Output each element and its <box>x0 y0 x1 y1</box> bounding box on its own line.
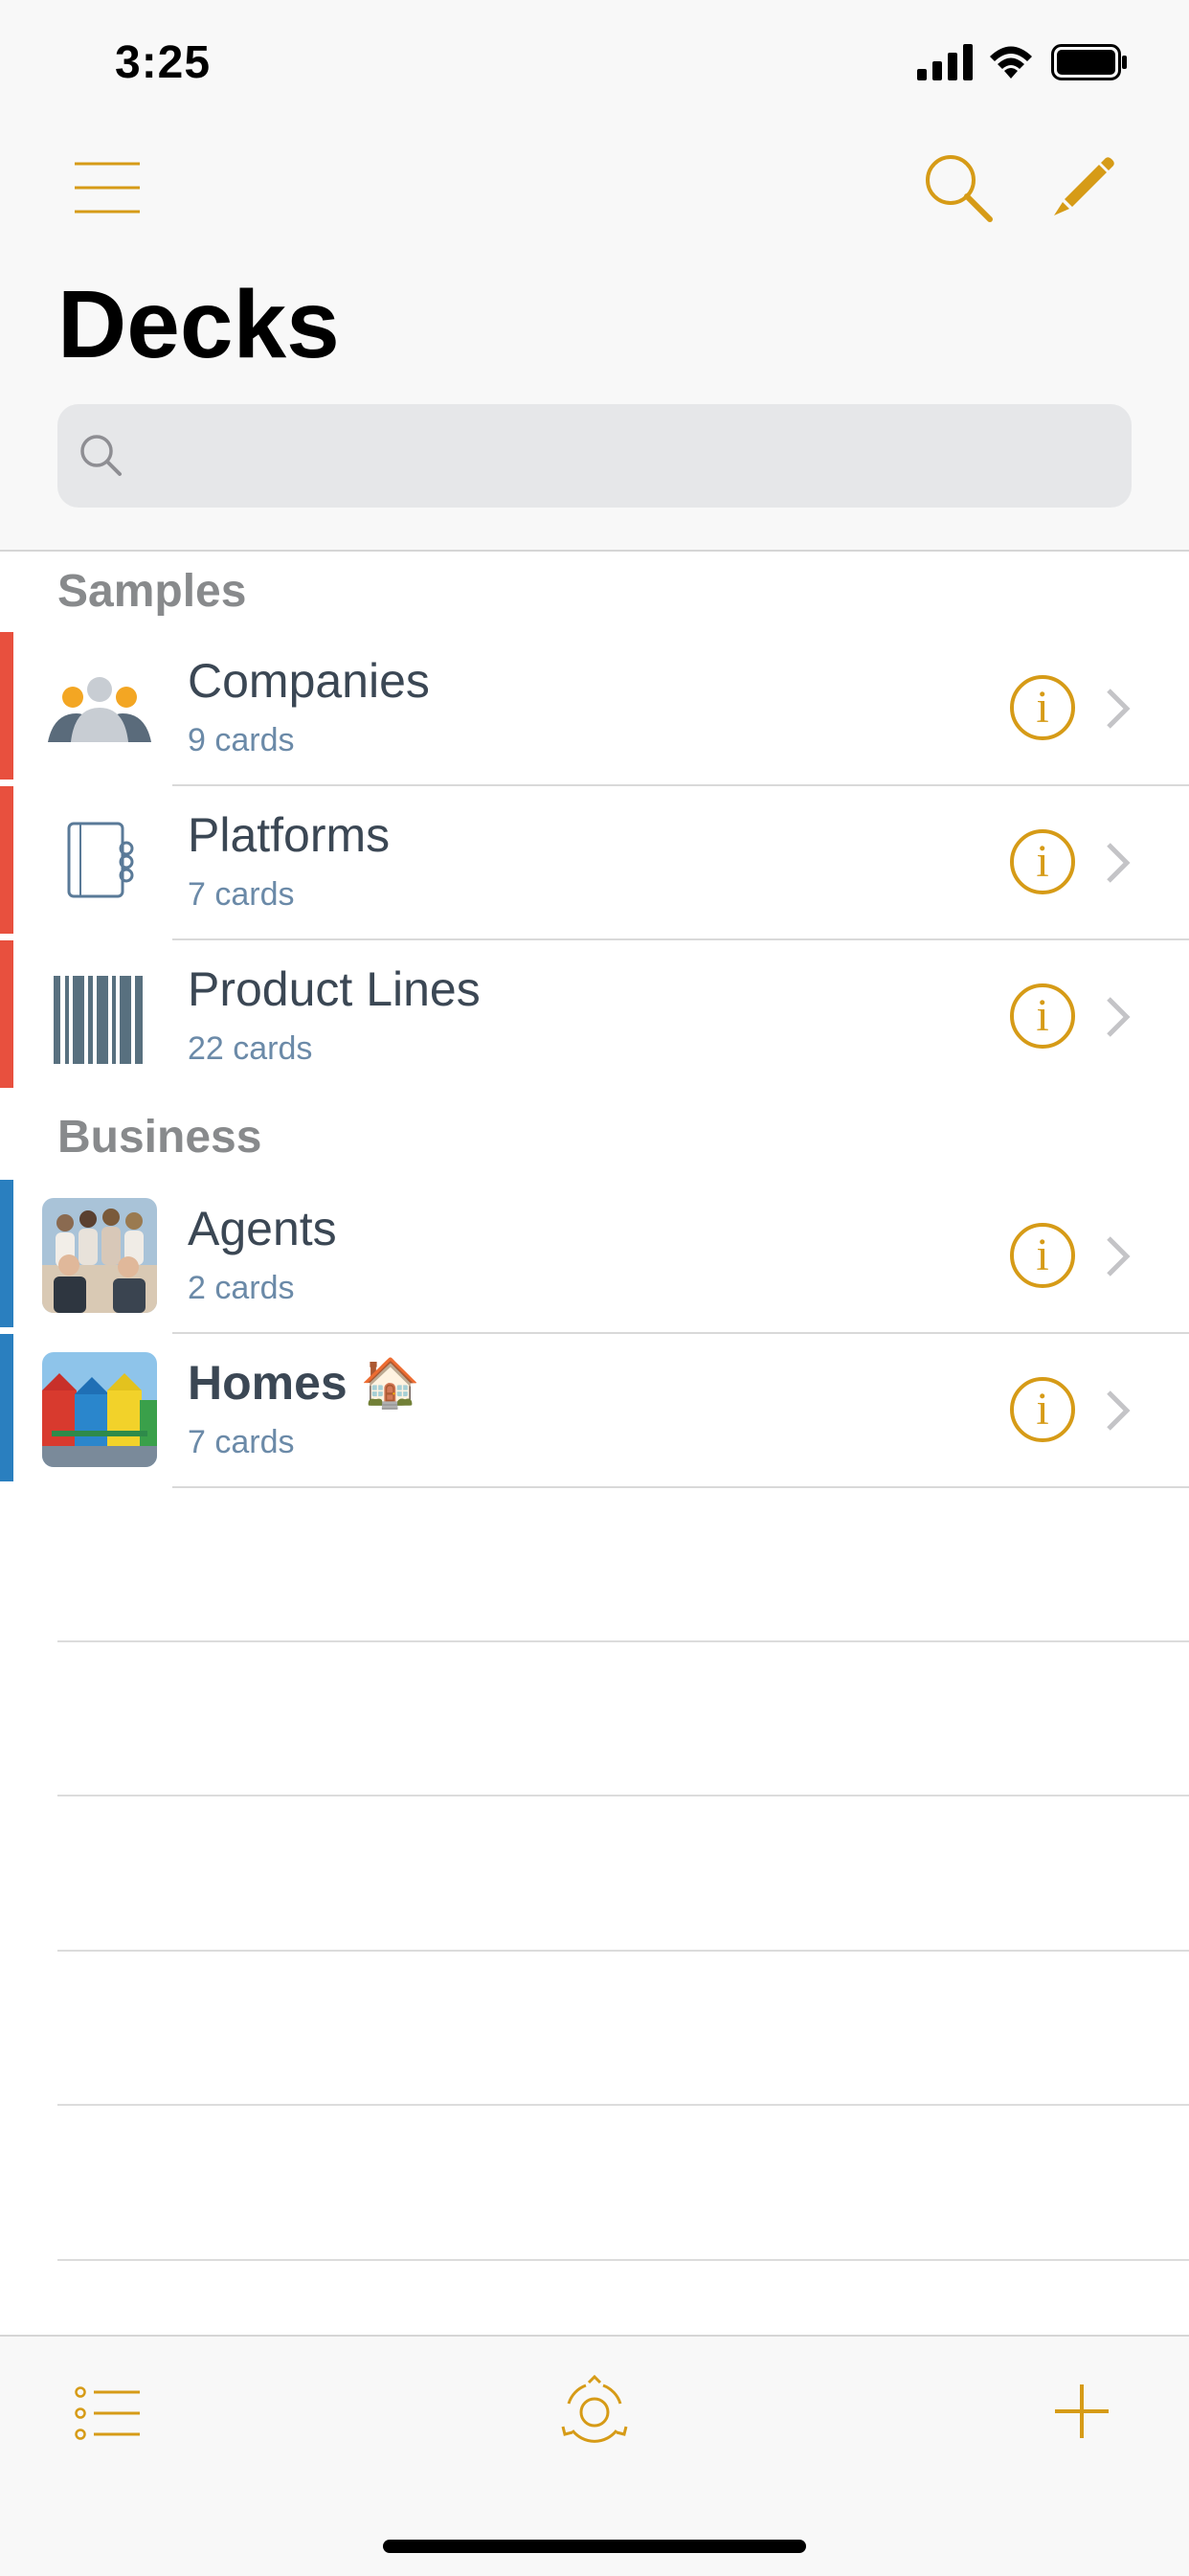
agents-photo <box>42 1198 157 1313</box>
deck-card-count: 7 cards <box>188 1424 295 1460</box>
status-time: 3:25 <box>115 37 212 88</box>
search-field-icon <box>80 435 122 476</box>
info-icon[interactable]: i <box>1010 983 1075 1049</box>
search-field[interactable] <box>57 404 1132 508</box>
wifi-icon <box>990 46 1032 79</box>
info-icon[interactable]: i <box>1010 829 1075 894</box>
deck-row-homes[interactable]: Homes 🏠 7 cards i <box>0 1334 1189 1488</box>
barcode-icon <box>42 959 157 1073</box>
row-separator <box>172 1486 1189 1488</box>
edit-pencil-icon[interactable] <box>1051 155 1116 220</box>
cellular-signal-icon <box>917 44 973 80</box>
chevron-right-icon <box>1107 997 1131 1037</box>
info-icon[interactable]: i <box>1010 1223 1075 1288</box>
sync-icon[interactable] <box>557 2375 632 2450</box>
deck-color-marker <box>0 1334 13 1481</box>
battery-icon <box>1051 44 1127 80</box>
deck-name: Agents <box>188 1202 337 1255</box>
deck-card-count: 7 cards <box>188 876 295 913</box>
deck-color-marker <box>0 1180 13 1327</box>
deck-card-count: 22 cards <box>188 1030 313 1067</box>
list-icon[interactable] <box>75 2386 142 2440</box>
add-icon[interactable] <box>1053 2383 1110 2440</box>
people-icon <box>42 650 157 765</box>
search-icon[interactable] <box>924 153 993 222</box>
info-icon[interactable]: i <box>1010 1377 1075 1442</box>
empty-row-separator <box>57 1795 1189 1796</box>
chevron-right-icon <box>1107 1390 1131 1431</box>
info-icon[interactable]: i <box>1010 675 1075 740</box>
menu-icon[interactable] <box>75 161 140 215</box>
deck-color-marker <box>0 786 13 934</box>
chevron-right-icon <box>1107 843 1131 883</box>
notebook-icon <box>42 804 157 919</box>
empty-row-separator <box>57 2259 1189 2261</box>
deck-card-count: 9 cards <box>188 722 295 758</box>
deck-row-companies[interactable]: Companies 9 cards i <box>0 632 1189 786</box>
chevron-right-icon <box>1107 689 1131 729</box>
deck-color-marker <box>0 632 13 780</box>
deck-row-agents[interactable]: Agents 2 cards i <box>0 1180 1189 1334</box>
deck-row-platforms[interactable]: Platforms 7 cards i <box>0 786 1189 940</box>
empty-row-separator <box>57 1950 1189 1952</box>
homes-photo <box>42 1352 157 1467</box>
section-header-samples: Samples <box>57 566 247 617</box>
empty-row-separator <box>57 2104 1189 2106</box>
deck-name: Companies <box>188 654 430 708</box>
section-header-business: Business <box>57 1112 262 1163</box>
chevron-right-icon <box>1107 1236 1131 1277</box>
deck-card-count: 2 cards <box>188 1270 295 1306</box>
deck-row-product-lines[interactable]: Product Lines 22 cards i <box>0 940 1189 1095</box>
empty-row-separator <box>57 1640 1189 1642</box>
home-indicator[interactable] <box>383 2540 806 2553</box>
page-title: Decks <box>57 271 340 378</box>
deck-color-marker <box>0 940 13 1088</box>
deck-name: Platforms <box>188 808 391 862</box>
deck-name: Homes 🏠 <box>188 1356 420 1410</box>
deck-name: Product Lines <box>188 962 481 1016</box>
